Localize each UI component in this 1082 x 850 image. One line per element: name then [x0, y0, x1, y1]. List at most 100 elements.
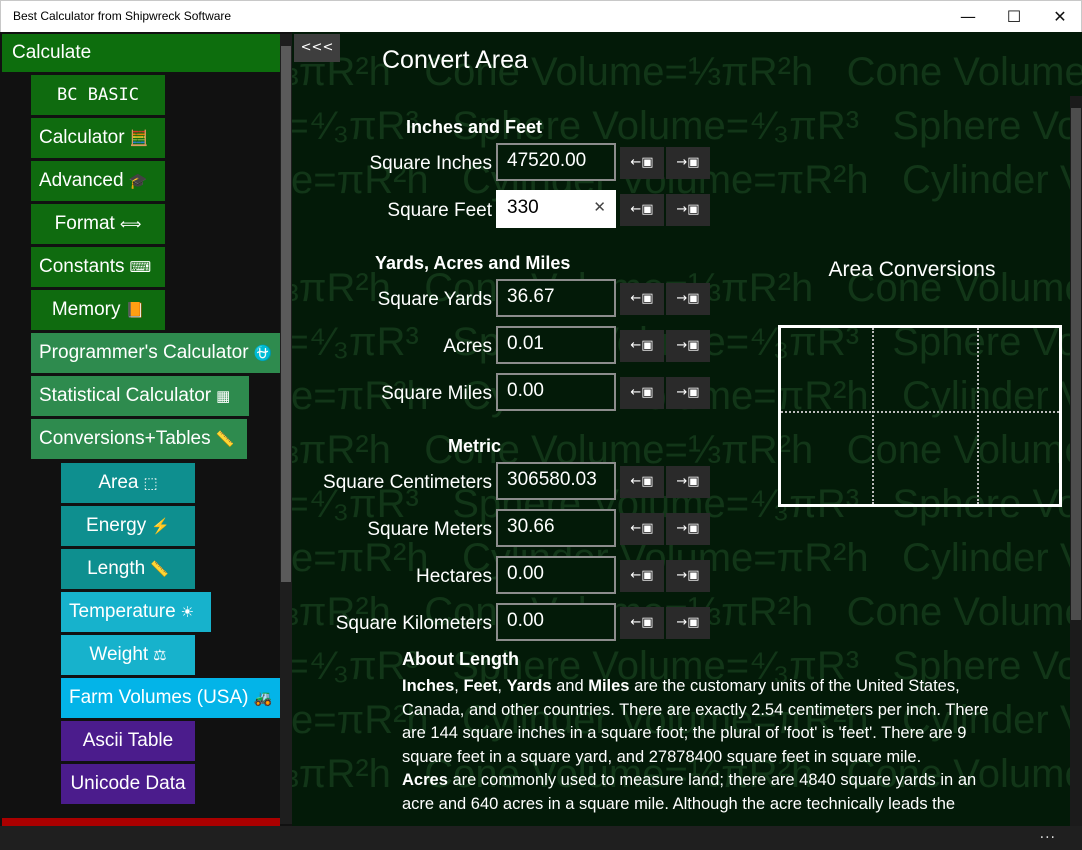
sidebar: Calculate BC BASIC Calculator 🧮 Advanced 🎓… — [0, 32, 292, 826]
square-miles-copy-to-button[interactable]: →▣ — [666, 377, 710, 409]
square-inches-label: Square Inches — [369, 153, 492, 174]
sun-icon: ☀ — [180, 604, 195, 621]
hectares-label: Hectares — [415, 566, 492, 587]
square-yards-input[interactable]: 36.67 — [496, 279, 616, 317]
section-heading-metric: Metric — [448, 436, 502, 456]
sidebar-item-label: Unicode Data — [70, 773, 186, 794]
scales-icon: ⚖ — [153, 647, 167, 664]
acres-label: Acres — [443, 336, 492, 357]
bottom-app-bar: ... — [0, 826, 1082, 850]
sidebar-item-conversions-tables[interactable]: Conversions+Tables 📏 — [31, 419, 247, 459]
square-kilometers-copy-from-button[interactable]: ←▣ — [620, 607, 664, 639]
sidebar-item-format[interactable]: Format ⟺ — [31, 204, 165, 244]
sidebar-item-label: Farm Volumes (USA) — [69, 687, 249, 708]
sidebar-item-statistical-calculator[interactable]: Statistical Calculator ▦ — [31, 376, 249, 416]
keyboard-icon: ⌨ — [129, 259, 152, 276]
square-kilometers-input[interactable]: 0.00 — [496, 603, 616, 641]
sidebar-item-label: Statistical Calculator — [39, 385, 212, 406]
main-scroll-thumb[interactable] — [1071, 108, 1081, 620]
section-heading-yards-acres-miles: Yards, Acres and Miles — [375, 253, 571, 273]
clear-icon[interactable]: ✕ — [593, 192, 606, 224]
more-options-icon[interactable]: ... — [1040, 826, 1056, 842]
notebook-icon: 📙 — [125, 302, 145, 319]
sidebar-item-label: Conversions+Tables — [39, 428, 211, 449]
square-inches-copy-to-button[interactable]: →▣ — [666, 147, 710, 179]
sidebar-item-programmers-calculator[interactable]: Programmer's Calculator ⛎ — [31, 333, 280, 373]
minimize-button[interactable]: — — [945, 1, 991, 33]
grid-icon: ▦ — [216, 388, 231, 405]
sidebar-item-advanced[interactable]: Advanced 🎓 — [31, 161, 165, 201]
sidebar-item-label: Constants — [39, 256, 125, 277]
square-inches-input[interactable]: 47520.00 — [496, 143, 616, 181]
sidebar-item-label: Length — [87, 558, 146, 579]
square-centimeters-input[interactable]: 306580.03 — [496, 462, 616, 500]
sidebar-item-next-partial[interactable] — [2, 818, 280, 826]
about-paragraph: Acres are commonly used to measure land;… — [402, 771, 977, 813]
sidebar-item-energy[interactable]: Energy ⚡ — [61, 506, 195, 546]
square-miles-input[interactable]: 0.00 — [496, 373, 616, 411]
sidebar-item-temperature[interactable]: Temperature ☀ — [61, 592, 211, 632]
acres-input[interactable]: 0.01 — [496, 326, 616, 364]
square-meters-copy-to-button[interactable]: →▣ — [666, 513, 710, 545]
lightning-icon: ⚡ — [151, 518, 170, 535]
sidebar-item-unicode-data[interactable]: Unicode Data — [61, 764, 195, 804]
sidebar-item-constants[interactable]: Constants ⌨ — [31, 247, 165, 287]
ruler-icon: 📏 — [150, 561, 169, 578]
square-feet-copy-to-button[interactable]: →▣ — [666, 194, 710, 226]
sidebar-item-label: Calculator — [39, 127, 125, 148]
sidebar-header-calculate[interactable]: Calculate — [2, 34, 280, 72]
sidebar-item-label: Programmer's Calculator — [39, 342, 249, 363]
sidebar-item-ascii-table[interactable]: Ascii Table — [61, 721, 195, 761]
square-yards-copy-from-button[interactable]: ←▣ — [620, 283, 664, 315]
ophiuchus-icon: ⛎ — [253, 345, 273, 362]
hectares-input[interactable]: 0.00 — [496, 556, 616, 594]
maximize-button[interactable]: ☐ — [991, 1, 1037, 33]
sidebar-item-bc-basic[interactable]: BC BASIC — [31, 75, 165, 115]
sidebar-item-memory[interactable]: Memory 📙 — [31, 290, 165, 330]
sidebar-item-label: Temperature — [69, 601, 176, 622]
tractor-icon: 🚜 — [253, 690, 273, 707]
about-text: Inches, Feet, Yards and Miles are the cu… — [402, 675, 1002, 816]
chart-gridline — [872, 328, 874, 504]
square-feet-input[interactable]: 330 ✕ — [496, 190, 616, 228]
sidebar-scroll-thumb[interactable] — [281, 46, 291, 582]
square-meters-input[interactable]: 30.66 — [496, 509, 616, 547]
area-conversions-title: Area Conversions — [828, 258, 996, 281]
square-centimeters-label: Square Centimeters — [323, 472, 492, 493]
sidebar-item-label: Weight — [89, 644, 149, 665]
chart-gridline — [977, 328, 979, 504]
sidebar-item-label: Area — [98, 472, 139, 493]
square-kilometers-label: Square Kilometers — [335, 613, 492, 634]
sidebar-item-farm-volumes[interactable]: Farm Volumes (USA) 🚜 — [61, 678, 280, 718]
square-inches-copy-from-button[interactable]: ←▣ — [620, 147, 664, 179]
acres-copy-to-button[interactable]: →▣ — [666, 330, 710, 362]
sidebar-item-calculator[interactable]: Calculator 🧮 — [31, 118, 165, 158]
collapse-sidebar-button[interactable]: <<< — [294, 34, 340, 62]
square-meters-label: Square Meters — [367, 519, 492, 540]
ruler-icon: 📏 — [215, 431, 235, 448]
sidebar-item-label: Advanced — [39, 170, 124, 191]
square-miles-copy-from-button[interactable]: ←▣ — [620, 377, 664, 409]
title-bar: Best Calculator from Shipwreck Software … — [0, 0, 1082, 32]
sidebar-item-label: BC BASIC — [57, 85, 139, 105]
square-meters-copy-from-button[interactable]: ←▣ — [620, 513, 664, 545]
square-feet-label: Square Feet — [387, 200, 492, 221]
close-button[interactable]: ✕ — [1037, 1, 1082, 33]
sidebar-item-area[interactable]: Area ⬚ — [61, 463, 195, 503]
sidebar-item-label: Energy — [86, 515, 147, 536]
graduation-cap-icon: 🎓 — [128, 173, 148, 190]
sidebar-item-weight[interactable]: Weight ⚖ — [61, 635, 195, 675]
square-kilometers-copy-to-button[interactable]: →▣ — [666, 607, 710, 639]
square-yards-copy-to-button[interactable]: →▣ — [666, 283, 710, 315]
sidebar-item-length[interactable]: Length 📏 — [61, 549, 195, 589]
window-title: Best Calculator from Shipwreck Software — [13, 9, 232, 23]
page-title: Convert Area — [382, 46, 528, 74]
acres-copy-from-button[interactable]: ←▣ — [620, 330, 664, 362]
chart-gridline — [781, 411, 1059, 413]
hectares-copy-to-button[interactable]: →▣ — [666, 560, 710, 592]
square-centimeters-copy-to-button[interactable]: →▣ — [666, 466, 710, 498]
square-miles-label: Square Miles — [381, 383, 492, 404]
square-centimeters-copy-from-button[interactable]: ←▣ — [620, 466, 664, 498]
square-feet-copy-from-button[interactable]: ←▣ — [620, 194, 664, 226]
hectares-copy-from-button[interactable]: ←▣ — [620, 560, 664, 592]
